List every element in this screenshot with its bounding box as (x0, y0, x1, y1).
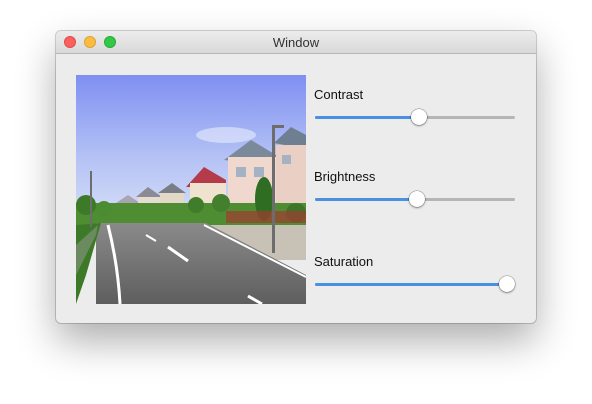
image-preview (76, 75, 306, 304)
main-window: Window Contrast Brightness Saturation (56, 31, 536, 323)
saturation-slider[interactable] (315, 275, 515, 295)
slider-fill (315, 198, 417, 201)
slider-knob[interactable] (411, 109, 427, 125)
saturation-label: Saturation (314, 254, 374, 269)
contrast-slider[interactable] (315, 108, 515, 128)
slider-knob[interactable] (499, 276, 515, 292)
window-title: Window (272, 35, 320, 50)
title-bar[interactable]: Window (56, 31, 536, 54)
contrast-label: Contrast (314, 87, 364, 102)
slider-fill (315, 116, 419, 119)
slider-knob[interactable] (409, 191, 425, 207)
street-photo (76, 75, 306, 304)
slider-fill (315, 283, 507, 286)
brightness-label: Brightness (314, 169, 376, 184)
brightness-slider[interactable] (315, 190, 515, 210)
